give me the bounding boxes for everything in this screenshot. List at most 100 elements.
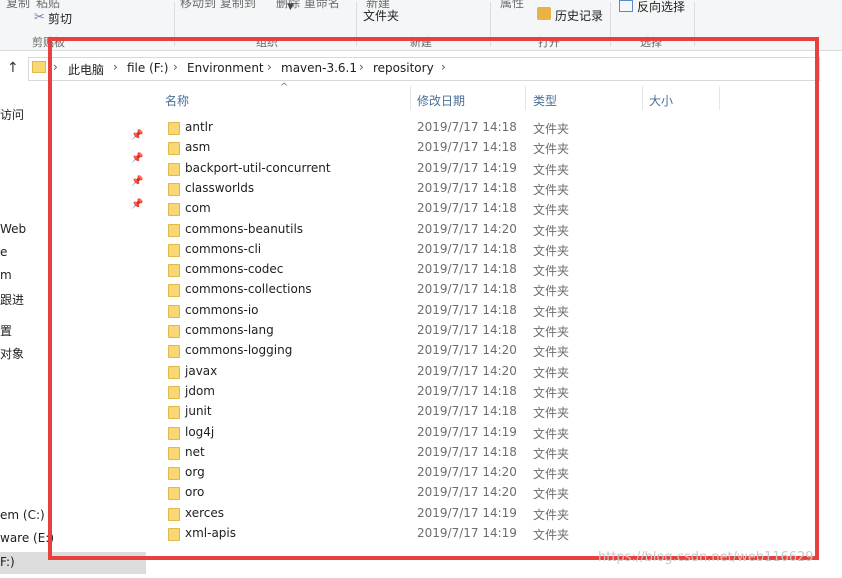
column-divider[interactable] bbox=[719, 86, 720, 110]
pin-icon[interactable]: 📌 bbox=[131, 153, 143, 164]
file-modified-date: 2019/7/17 14:18 bbox=[417, 302, 517, 317]
folder-icon bbox=[168, 365, 180, 379]
list-item[interactable]: commons-io 2019/7/17 14:18 文件夹 bbox=[160, 301, 760, 321]
new-folder-button[interactable]: 文件夹 bbox=[363, 7, 399, 24]
copy-button[interactable]: 复制 bbox=[6, 0, 30, 11]
file-modified-date: 2019/7/17 14:19 bbox=[417, 505, 517, 520]
folder-icon bbox=[168, 162, 180, 176]
list-item[interactable]: commons-beanutils 2019/7/17 14:20 文件夹 bbox=[160, 220, 760, 240]
file-type: 文件夹 bbox=[533, 345, 570, 360]
list-item[interactable]: oro 2019/7/17 14:20 文件夹 bbox=[160, 483, 760, 503]
list-item[interactable]: commons-cli 2019/7/17 14:18 文件夹 bbox=[160, 240, 760, 260]
column-header-date[interactable]: 修改日期 bbox=[417, 92, 465, 109]
delete-rename-buttons[interactable]: 删除 重命名 bbox=[276, 0, 340, 11]
pin-icon[interactable]: 📌 bbox=[131, 130, 143, 141]
breadcrumb-this-pc[interactable]: 此电脑 bbox=[68, 61, 104, 78]
list-item[interactable]: commons-codec 2019/7/17 14:18 文件夹 bbox=[160, 260, 760, 280]
file-name: xml-apis bbox=[185, 526, 237, 540]
move-copy-buttons[interactable]: 移动到 复制到 bbox=[180, 0, 256, 11]
properties-button[interactable]: 属性 bbox=[500, 0, 524, 11]
file-name: jdom bbox=[185, 383, 215, 398]
list-item[interactable]: net 2019/7/17 14:18 文件夹 bbox=[160, 443, 760, 463]
file-name: org bbox=[185, 465, 205, 480]
file-modified-date: 2019/7/17 14:19 bbox=[417, 160, 517, 175]
folder-icon bbox=[168, 345, 180, 359]
chevron-right-icon[interactable]: › bbox=[113, 60, 118, 74]
pin-icon[interactable]: 📌 bbox=[131, 176, 143, 187]
list-item[interactable]: jdom 2019/7/17 14:18 文件夹 bbox=[160, 382, 760, 402]
list-item[interactable]: org 2019/7/17 14:20 文件夹 bbox=[160, 463, 760, 483]
folder-icon bbox=[168, 203, 180, 217]
breadcrumb-repository[interactable]: repository bbox=[373, 61, 434, 75]
column-divider[interactable] bbox=[410, 86, 411, 110]
chevron-down-icon[interactable]: ▼ bbox=[287, 2, 294, 12]
chevron-right-icon[interactable]: › bbox=[441, 60, 446, 74]
file-type: 文件夹 bbox=[533, 325, 570, 339]
file-type: 文件夹 bbox=[533, 385, 570, 400]
invert-selection-button[interactable]: 反向选择 bbox=[637, 0, 685, 15]
ribbon-divider bbox=[694, 2, 695, 46]
list-item[interactable]: com 2019/7/17 14:18 文件夹 bbox=[160, 199, 760, 219]
folder-icon bbox=[168, 446, 180, 460]
folder-icon bbox=[168, 182, 180, 196]
file-type: 文件夹 bbox=[533, 365, 570, 380]
column-header-type[interactable]: 类型 bbox=[533, 92, 557, 109]
nav-item-follow[interactable]: 跟进 bbox=[0, 291, 24, 308]
history-button[interactable]: 历史记录 bbox=[555, 7, 603, 24]
list-item[interactable]: xerces 2019/7/17 14:19 文件夹 bbox=[160, 504, 760, 524]
list-item[interactable]: commons-lang 2019/7/17 14:18 文件夹 bbox=[160, 321, 760, 341]
nav-item-drive-e[interactable]: ware (E:) bbox=[0, 531, 54, 545]
file-type: 文件夹 bbox=[533, 487, 570, 502]
nav-item-drive-c[interactable]: em (C:) bbox=[0, 508, 45, 522]
breadcrumb-drive-f[interactable]: file (F:) bbox=[127, 61, 168, 75]
chevron-right-icon[interactable]: › bbox=[267, 60, 272, 74]
nav-item-drive-f[interactable]: F:) bbox=[0, 555, 15, 569]
chevron-right-icon[interactable]: › bbox=[173, 60, 178, 74]
chevron-right-icon[interactable]: › bbox=[359, 60, 364, 74]
ribbon: 复制 粘贴 ✂ 剪切 移动到 复制到 删除 重命名 ▼ 新建 文件夹 属性 历史… bbox=[0, 0, 842, 51]
list-item[interactable]: commons-collections 2019/7/17 14:18 文件夹 bbox=[160, 280, 760, 300]
nav-item-settings[interactable]: 置 bbox=[0, 322, 12, 339]
up-arrow-icon[interactable]: ↑ bbox=[7, 60, 19, 76]
folder-icon bbox=[168, 264, 180, 278]
folder-icon bbox=[168, 507, 180, 521]
column-divider[interactable] bbox=[525, 86, 526, 110]
list-item[interactable]: backport-util-concurrent 2019/7/17 14:19 文… bbox=[160, 159, 760, 179]
list-item[interactable]: asm 2019/7/17 14:18 文件夹 bbox=[160, 138, 760, 158]
file-name: xerces bbox=[185, 505, 225, 520]
breadcrumb-maven[interactable]: maven-3.6.1 bbox=[281, 61, 357, 75]
nav-item-objects[interactable]: 对象 bbox=[0, 345, 24, 362]
list-item[interactable]: antlr 2019/7/17 14:18 文件夹 bbox=[160, 118, 760, 138]
list-item[interactable]: commons-logging 2019/7/17 14:20 文件夹 bbox=[160, 341, 760, 361]
ribbon-divider bbox=[356, 2, 357, 46]
file-type: 文件夹 bbox=[533, 142, 570, 157]
nav-item-e[interactable]: e bbox=[0, 245, 7, 259]
list-item[interactable]: xml-apis 2019/7/17 14:19 文件夹 bbox=[160, 524, 760, 544]
nav-item-web[interactable]: Web bbox=[0, 222, 26, 236]
list-item[interactable]: javax 2019/7/17 14:20 文件夹 bbox=[160, 362, 760, 382]
pin-icon[interactable]: 📌 bbox=[131, 199, 143, 210]
chevron-right-icon[interactable]: › bbox=[53, 60, 58, 74]
cut-button[interactable]: 剪切 bbox=[48, 10, 72, 27]
file-type: 文件夹 bbox=[533, 223, 570, 238]
list-item[interactable]: classworlds 2019/7/17 14:18 文件夹 bbox=[160, 179, 760, 199]
nav-item-quick-access[interactable]: 访问 bbox=[0, 106, 24, 123]
nav-item-m[interactable]: m bbox=[0, 268, 12, 282]
file-name: asm bbox=[185, 140, 211, 155]
file-type: 文件夹 bbox=[533, 162, 570, 177]
list-item[interactable]: log4j 2019/7/17 14:19 文件夹 bbox=[160, 423, 760, 443]
folder-icon bbox=[168, 284, 180, 298]
folder-icon bbox=[168, 406, 180, 420]
watermark: https://blog.csdn.net/web116629 bbox=[598, 550, 814, 565]
column-divider[interactable] bbox=[642, 86, 643, 110]
folder-icon bbox=[168, 385, 180, 399]
file-name: commons-cli bbox=[185, 241, 262, 256]
breadcrumb-environment[interactable]: Environment bbox=[187, 61, 264, 75]
folder-icon bbox=[168, 325, 180, 338]
column-header-name[interactable]: 名称 bbox=[165, 92, 189, 109]
file-type: 文件夹 bbox=[533, 406, 570, 421]
list-item[interactable]: junit 2019/7/17 14:18 文件夹 bbox=[160, 402, 760, 422]
navigation-pane bbox=[0, 84, 146, 578]
column-header-size[interactable]: 大小 bbox=[649, 92, 673, 109]
folder-icon bbox=[168, 528, 180, 541]
